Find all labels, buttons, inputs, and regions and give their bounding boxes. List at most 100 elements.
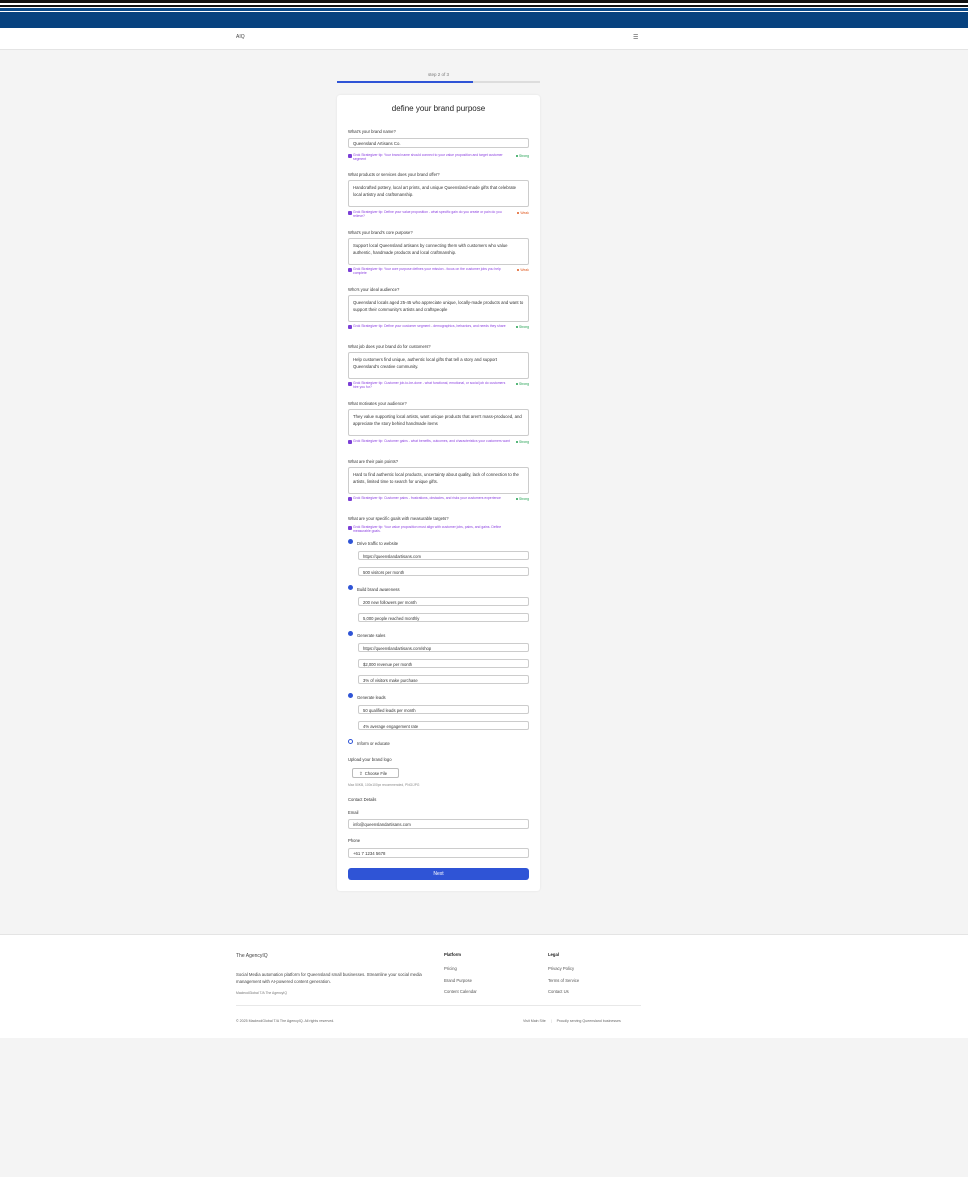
logo-image[interactable]: AIQ <box>236 34 245 40</box>
email-field[interactable]: info@queenslandartisans.com <box>348 819 529 829</box>
contact-heading: Contact Details <box>348 797 377 802</box>
brand-name-input[interactable]: Queensland Artisans Co. <box>348 138 529 148</box>
goal-target-input[interactable]: 200 new followers per month <box>358 597 529 606</box>
goals-label: What are your specific goals with measur… <box>348 516 449 521</box>
pain-points-textarea[interactable]: Hard to find authentic local products, u… <box>348 467 529 494</box>
strength-badge: Strong <box>515 154 529 158</box>
page-title: define your brand purpose <box>391 104 486 113</box>
step-indicator: step 2 of 3 <box>427 72 449 77</box>
footer-link-pricing[interactable]: Pricing <box>444 966 457 971</box>
tip-row: Grok Strategizer tip: Your core purpose … <box>348 267 529 276</box>
footer-link-contact[interactable]: Contact Us <box>548 989 569 994</box>
goal-label: Drive traffic to website <box>357 541 399 546</box>
footer-company: MacleodGlobal T/A The AgencyIQ <box>236 991 287 995</box>
footer-link-privacy[interactable]: Privacy Policy <box>548 966 574 971</box>
question-label: What's your brand's core purpose? <box>348 230 413 235</box>
tip-text: Grok Strategizer tip: Customer job-to-be… <box>353 381 506 389</box>
goal-checkbox[interactable] <box>348 693 353 698</box>
motivation-textarea[interactable]: They value supporting local artists, wan… <box>348 409 529 436</box>
goal-target-input[interactable]: 50 qualified leads per month <box>358 705 529 714</box>
goal-label: Inform or educate <box>357 741 390 746</box>
upload-icon: ⇪ <box>359 771 363 776</box>
question-label: What's your brand name? <box>348 129 396 134</box>
progress-bar <box>337 81 540 83</box>
tip-icon <box>348 325 352 329</box>
goal-checkbox[interactable] <box>348 631 353 636</box>
strength-badge: Weak <box>516 211 529 215</box>
banner-stripe <box>0 0 968 3</box>
footer-description: Social Media automation platform for Que… <box>236 972 422 984</box>
banner-stripe <box>0 12 968 28</box>
footer-link-terms[interactable]: Terms of Service <box>548 978 579 983</box>
tip-text: Grok Strategizer tip: Customer pains - f… <box>353 496 501 500</box>
platform-heading: Platform <box>444 952 461 957</box>
hamburger-icon[interactable]: ☰ <box>633 35 638 41</box>
tip-text: Grok Strategizer tip: Define your custom… <box>353 324 506 328</box>
question-label: What are their pain points? <box>348 459 399 464</box>
strength-badge: Weak <box>516 268 529 272</box>
brand-purpose-form: define your brand purpose What's your br… <box>337 95 540 891</box>
tip-icon <box>348 497 352 501</box>
tip-icon <box>348 440 352 444</box>
email-label: Email <box>348 810 359 815</box>
next-button[interactable]: Next <box>348 868 529 880</box>
footer-bottom-links: Visit Main Site | Proudly serving Queensla… <box>523 1019 621 1023</box>
audience-textarea[interactable]: Queensland locals aged 25-45 who appreci… <box>348 295 529 322</box>
tagline: Proudly serving Queensland businesses <box>556 1019 621 1023</box>
tip-icon <box>348 154 352 158</box>
progress-fill <box>337 81 473 83</box>
strength-badge: Strong <box>515 325 529 329</box>
tip-text: Grok Strategizer tip: Your core purpose … <box>353 267 501 275</box>
footer: The AgencyIQ Social Media automation pla… <box>0 934 968 1038</box>
goal-target-input[interactable]: 4% average engagement rate <box>358 721 529 730</box>
goal-label: Generate sales <box>357 633 386 638</box>
tip-text: Grok Strategizer tip: Your brand name sh… <box>353 153 503 161</box>
phone-label: Phone <box>348 838 361 843</box>
strength-badge: Strong <box>515 440 529 444</box>
goal-url-input[interactable]: https://queenslandartisans.com <box>358 551 529 560</box>
tip-icon <box>348 526 352 530</box>
tip-row: Grok Strategizer tip: Your brand name sh… <box>348 153 529 162</box>
banner-stripe <box>0 8 968 11</box>
customer-job-textarea[interactable]: Help customers find unique, authentic lo… <box>348 352 529 379</box>
goal-checkbox[interactable] <box>348 585 353 590</box>
tip-row: Grok Strategizer tip: Your value proposi… <box>348 525 529 534</box>
phone-field[interactable]: +61 7 1234 5678 <box>348 848 529 858</box>
tip-icon <box>348 211 352 215</box>
goal-checkbox[interactable] <box>348 539 353 544</box>
footer-divider <box>236 1005 641 1006</box>
choose-file-button[interactable]: ⇪ Choose File <box>352 768 399 778</box>
goal-url-input[interactable]: https://queenslandartisans.com/shop <box>358 643 529 652</box>
strength-badge: Strong <box>515 497 529 501</box>
question-label: What job does your brand do for customer… <box>348 344 431 349</box>
products-textarea[interactable]: Handcrafted pottery, local art prints, a… <box>348 180 529 207</box>
goal-target-input[interactable]: $2,000 revenue per month <box>358 659 529 668</box>
upload-label: Upload your brand logo <box>348 757 392 762</box>
upload-note: Max 50KB, 100x100px recommended, PNG/JPG <box>348 783 420 787</box>
footer-logo[interactable]: The AgencyIQ <box>236 953 268 959</box>
tip-row: Grok Strategizer tip: Define your custom… <box>348 324 529 333</box>
goal-checkbox[interactable] <box>348 739 353 744</box>
core-purpose-textarea[interactable]: Support local Queensland artisans by con… <box>348 238 529 265</box>
banner-stripe <box>0 5 968 7</box>
top-banner <box>0 0 968 28</box>
goal-label: Build brand awareness <box>357 587 400 592</box>
goal-target-input[interactable]: 3% of visitors make purchase <box>358 675 529 684</box>
tip-text: Grok Strategizer tip: Your value proposi… <box>353 525 502 533</box>
copyright: © 2025 MacleodGlobal T/A The AgencyIQ. A… <box>236 1019 335 1023</box>
legal-heading: Legal <box>548 952 559 957</box>
goal-label: Generate leads <box>357 695 386 700</box>
tip-icon <box>348 268 352 272</box>
tip-icon <box>348 382 352 386</box>
question-label: What motivates your audience? <box>348 401 407 406</box>
tip-text: Grok Strategizer tip: Define your value … <box>353 210 502 218</box>
tip-text: Grok Strategizer tip: Customer gains - w… <box>353 439 510 443</box>
tip-row: Grok Strategizer tip: Customer job-to-be… <box>348 381 529 390</box>
footer-link-content-calendar[interactable]: Content Calendar <box>444 989 477 994</box>
tip-row: Grok Strategizer tip: Customer pains - f… <box>348 496 529 505</box>
goal-target-input[interactable]: 5,000 people reached monthly <box>358 613 529 622</box>
strength-badge: Strong <box>515 382 529 386</box>
footer-link-brand-purpose[interactable]: Brand Purpose <box>444 978 472 983</box>
goal-target-input[interactable]: 500 visitors per month <box>358 567 529 576</box>
visit-site-link[interactable]: Visit Main Site <box>523 1019 546 1023</box>
